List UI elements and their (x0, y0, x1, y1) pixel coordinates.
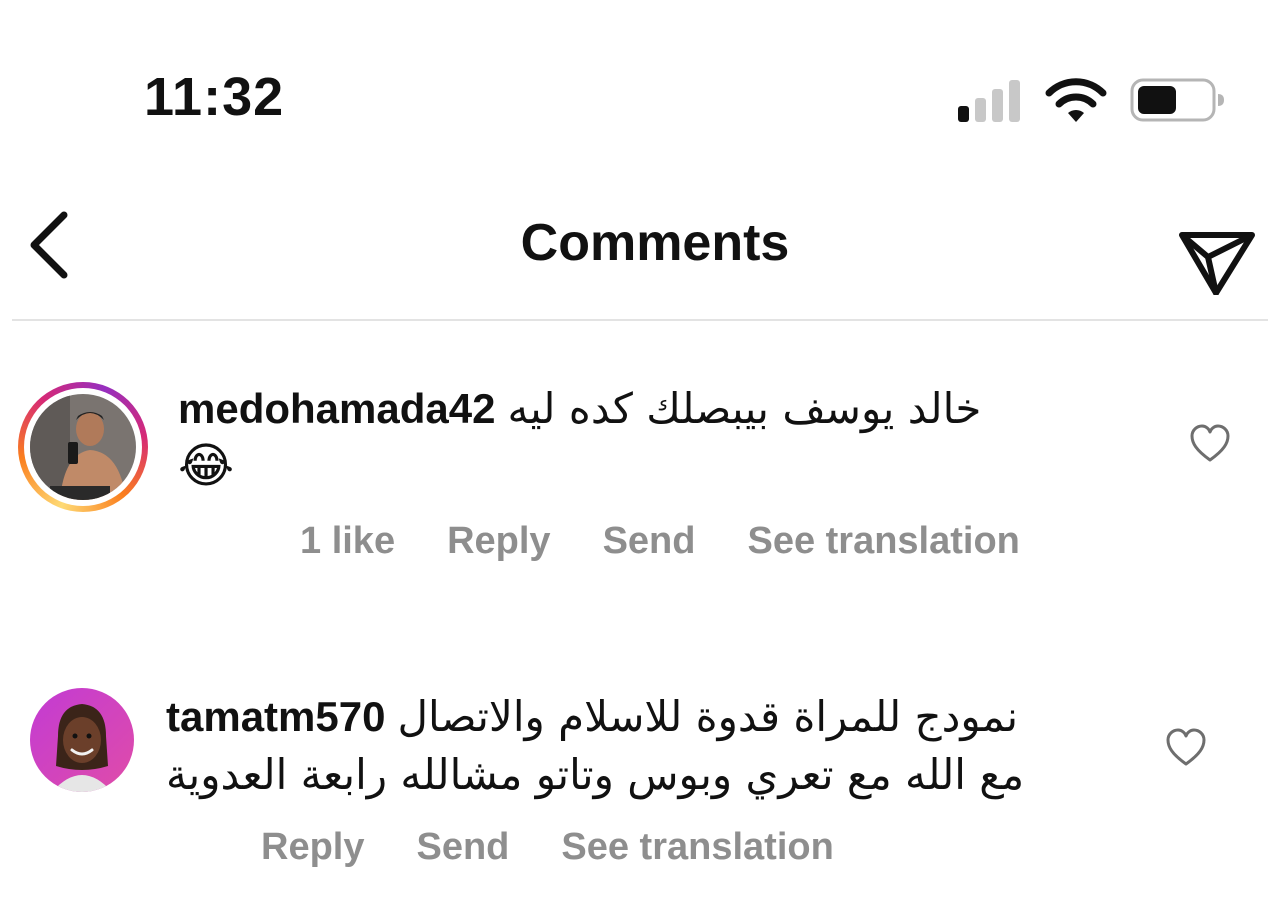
comment-body-line2: مع الله مع تعري وبوس وتاتو مشالله رابعة … (166, 750, 1025, 799)
comment-username[interactable]: tamatm570 (166, 693, 385, 740)
comment-item: tamatm570 نمودج للمراة قدوة للاسلام والات… (0, 688, 1280, 888)
like-count[interactable]: 1 like (300, 520, 395, 562)
header-divider (12, 319, 1268, 321)
send-button[interactable]: Send (603, 520, 696, 562)
status-time: 11:32 (144, 67, 285, 127)
user-photo-icon (30, 394, 136, 500)
cellular-signal-icon (958, 80, 1020, 122)
battery-icon (1130, 78, 1224, 122)
page-title: Comments (520, 214, 790, 272)
comment-actions: Reply Send See translation (261, 826, 886, 869)
comment-text: tamatm570 نمودج للمراة قدوة للاسلام والات… (166, 688, 1086, 804)
comment-text: medohamada42 خالد يوسف بيبصلك كده ليه 😂 (178, 380, 1098, 497)
comment-actions: 1 like Reply Send See translation (300, 520, 1072, 563)
memoji-avatar-icon (30, 688, 134, 792)
comment-username[interactable]: medohamada42 (178, 385, 495, 432)
heart-icon[interactable] (1164, 726, 1208, 770)
paper-plane-icon (1179, 232, 1255, 296)
comment-item: medohamada42 خالد يوسف بيبصلك كده ليه 😂 1… (0, 380, 1280, 580)
nav-bar: Comments (0, 185, 1280, 305)
status-bar: 11:32 (0, 0, 1280, 170)
reply-button[interactable]: Reply (261, 826, 364, 868)
laughing-emoji: 😂 (178, 440, 235, 493)
see-translation-button[interactable]: See translation (561, 826, 833, 868)
comment-body: خالد يوسف بيبصلك كده ليه (507, 384, 982, 433)
status-icons (955, 76, 1225, 126)
avatar[interactable] (30, 688, 134, 792)
wifi-icon (1045, 78, 1107, 122)
share-button[interactable] (1172, 205, 1262, 296)
send-button[interactable]: Send (416, 826, 509, 868)
see-translation-button[interactable]: See translation (747, 520, 1019, 562)
avatar[interactable] (18, 382, 148, 512)
heart-icon[interactable] (1188, 422, 1232, 466)
reply-button[interactable]: Reply (447, 520, 550, 562)
comment-body-line1: نمودج للمراة قدوة للاسلام والاتصال (397, 692, 1019, 741)
